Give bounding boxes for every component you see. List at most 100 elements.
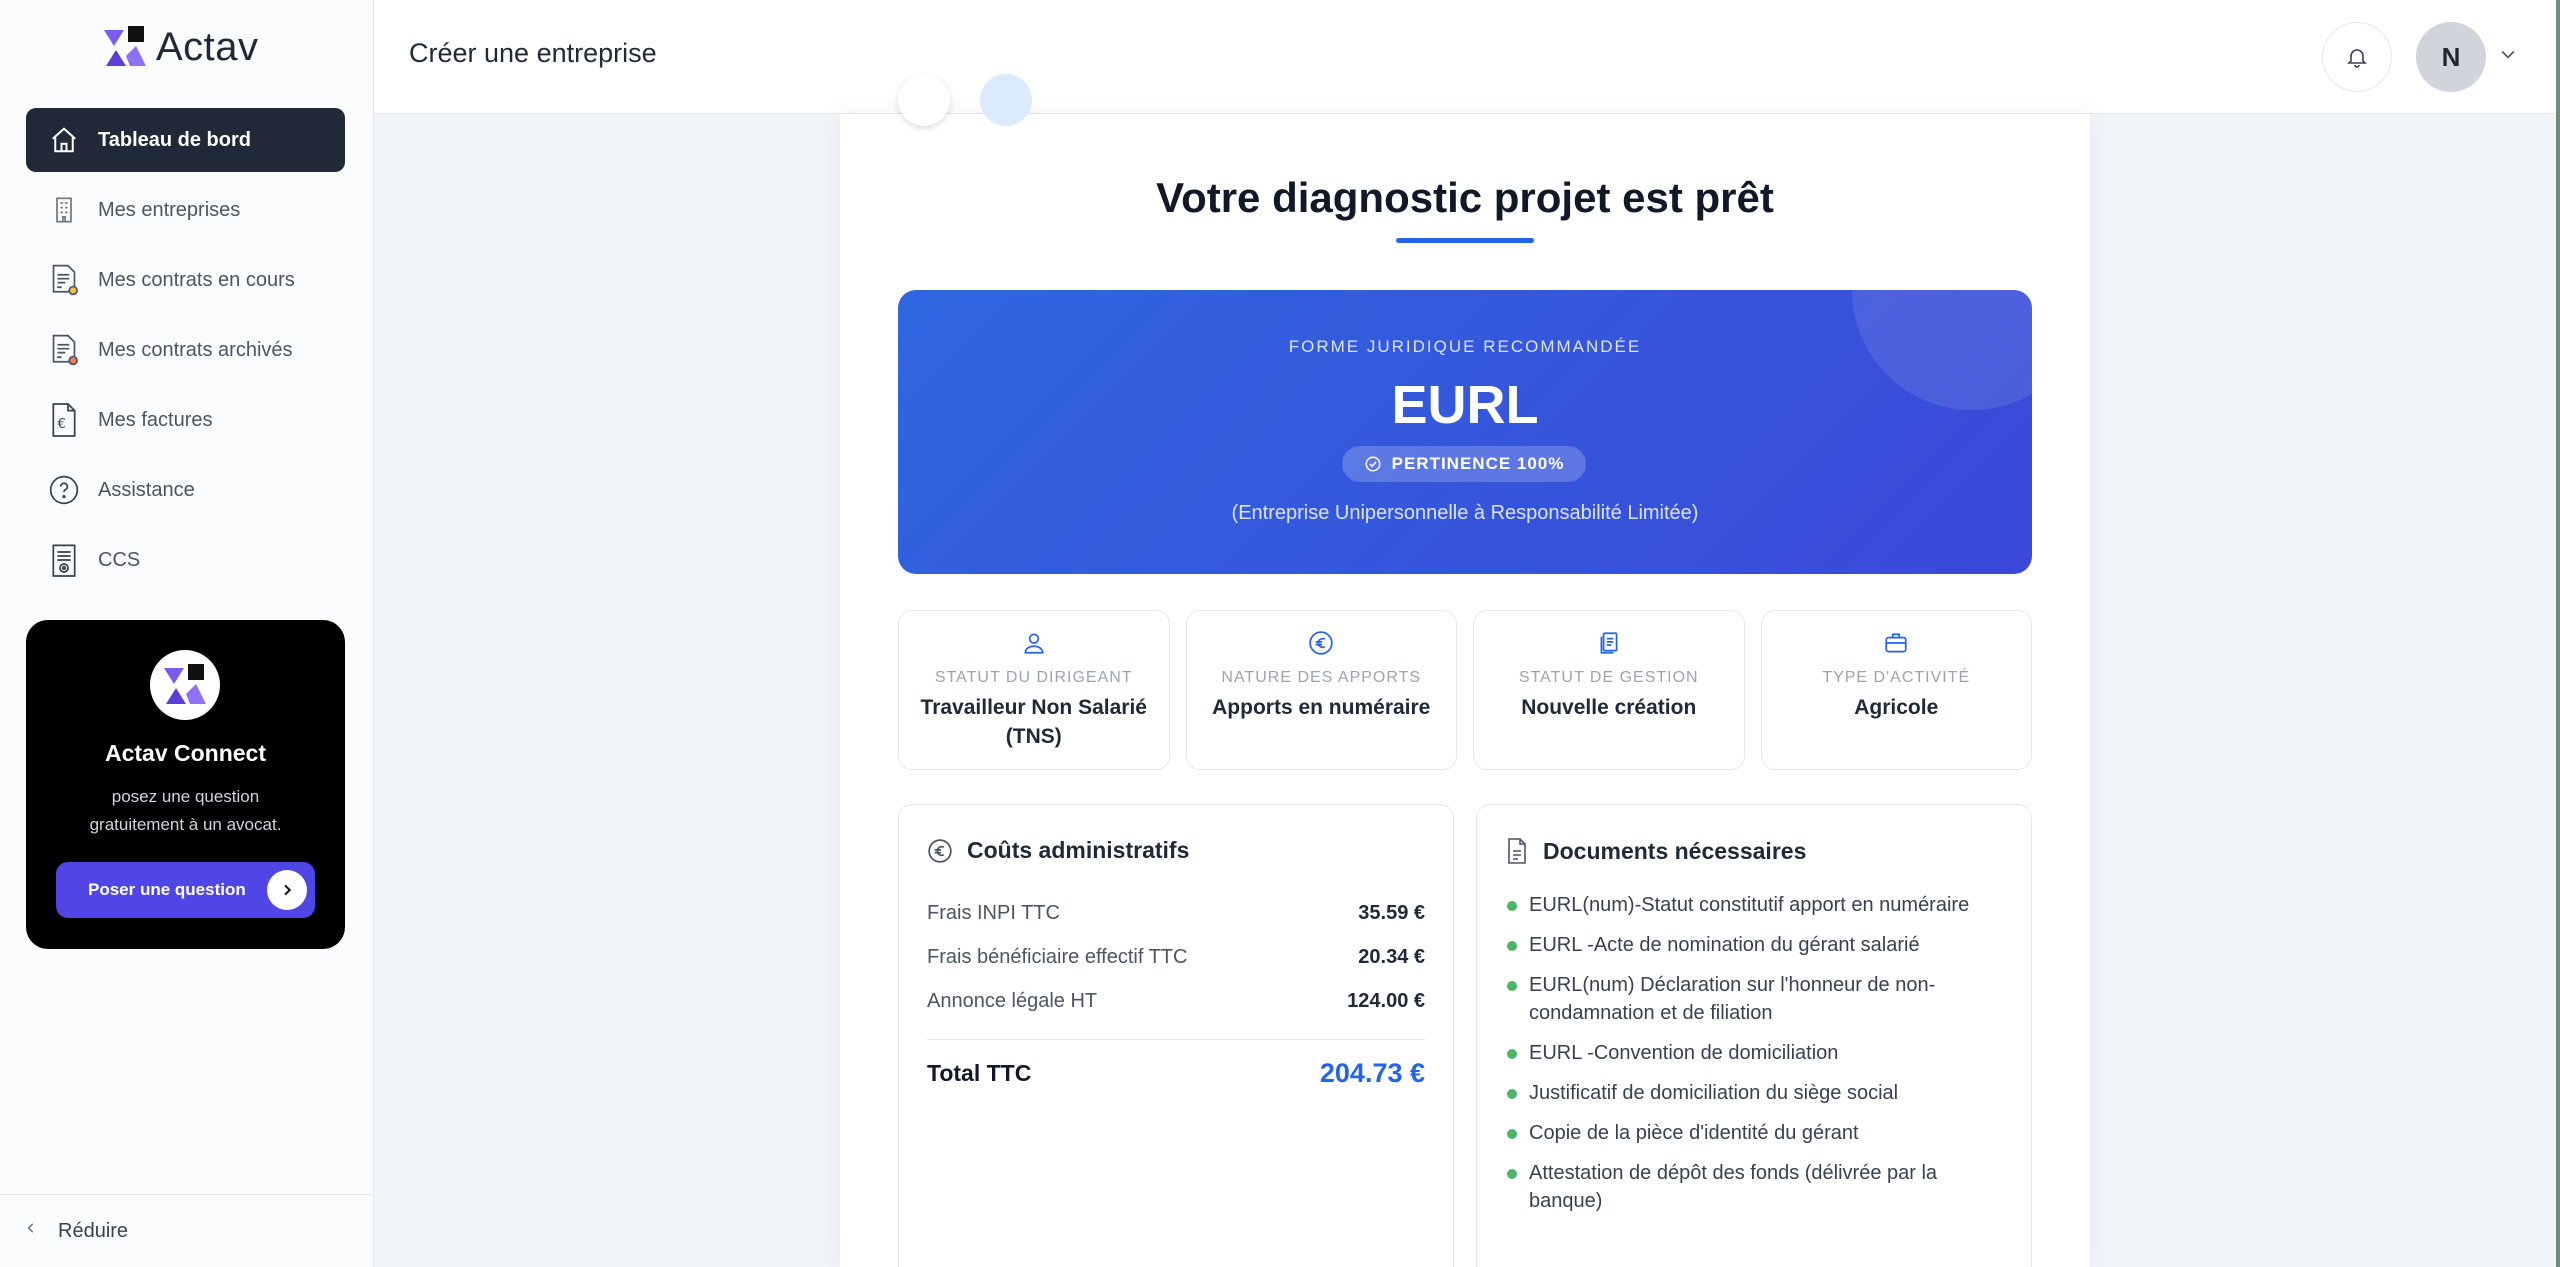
- chevron-left-icon: [24, 1219, 38, 1243]
- relevance-badge: PERTINENCE 100%: [1342, 446, 1586, 482]
- collapse-label: Réduire: [58, 1219, 129, 1242]
- clipboard-icon: [1474, 627, 1744, 659]
- documents-list: EURL(num)-Statut constitutif apport en n…: [1505, 891, 2003, 1227]
- title-underline: [1396, 238, 1534, 243]
- euro-icon: [1187, 627, 1457, 659]
- list-item: EURL(num) Déclaration sur l'honneur de n…: [1505, 971, 2003, 1027]
- info-label: STATUT DU DIRIGEANT: [934, 669, 1133, 686]
- cost-row: Frais INPI TTC 35.59 €: [927, 891, 1425, 935]
- list-item: EURL(num)-Statut constitutif apport en n…: [1505, 891, 2003, 919]
- sidebar-item-label: Assistance: [98, 478, 195, 501]
- diagnostic-title: Votre diagnostic projet est prêt: [1156, 174, 1774, 221]
- home-icon: [46, 122, 82, 158]
- sidebar-item-label: Mes entreprises: [98, 198, 241, 221]
- cost-row: Frais bénéficiaire effectif TTC 20.34 €: [927, 935, 1425, 979]
- step-indicator: [898, 74, 950, 126]
- avatar-initial: N: [2441, 41, 2461, 72]
- step-indicator: [980, 74, 1032, 126]
- chevron-down-icon[interactable]: [2498, 44, 2518, 69]
- documents-title: Documents nécessaires: [1543, 837, 1807, 864]
- legal-form-description: (Entreprise Unipersonnelle à Responsabil…: [1231, 502, 1699, 524]
- list-item: Copie de la pièce d'identité du gérant: [1505, 1119, 2003, 1147]
- check-circle-icon: [1364, 455, 1382, 473]
- info-label: NATURE DES APPORTS: [1221, 669, 1422, 686]
- invoice-icon: €: [46, 402, 82, 438]
- required-documents-panel: Documents nécessaires EURL(num)-Statut c…: [1476, 804, 2032, 1267]
- sidebar-item-label: Mes contrats archivés: [98, 338, 293, 361]
- collapse-sidebar-button[interactable]: Réduire: [0, 1194, 374, 1267]
- window-edge: [2556, 0, 2560, 1267]
- user-icon: [899, 627, 1169, 659]
- app-logo[interactable]: Actav: [102, 24, 259, 70]
- list-item: EURL -Acte de nomination du gérant salar…: [1505, 931, 2003, 959]
- sidebar-item-assistance[interactable]: Assistance: [26, 458, 345, 522]
- contract-icon: [46, 262, 82, 298]
- cost-label: Frais INPI TTC: [927, 901, 1060, 924]
- total-label: Total TTC: [927, 1060, 1032, 1086]
- list-item: Attestation de dépôt des fonds (délivrée…: [1505, 1159, 2003, 1215]
- recommended-legal-form: EURL: [1391, 375, 1539, 435]
- info-label: STATUT DE GESTION: [1518, 669, 1699, 686]
- list-item: Justificatif de domiciliation du siège s…: [1505, 1079, 2003, 1107]
- documents-title-row: Documents nécessaires: [1505, 837, 1806, 865]
- sidebar-item-mes-contrats-archives[interactable]: Mes contrats archivés: [26, 318, 345, 382]
- page-title: Créer une entreprise: [409, 38, 657, 68]
- cost-row: Annonce légale HT 124.00 €: [927, 979, 1425, 1023]
- chevron-right-icon: [267, 870, 307, 910]
- sidebar-item-label: CCS: [98, 548, 141, 571]
- info-card-dirigeant: STATUT DU DIRIGEANT Travailleur Non Sala…: [898, 610, 1170, 770]
- sidebar-item-mes-contrats-en-cours[interactable]: Mes contrats en cours: [26, 248, 345, 312]
- list-item: EURL -Convention de domiciliation: [1505, 1039, 2003, 1067]
- cost-total-row: Total TTC 204.73 €: [927, 1039, 1425, 1089]
- top-header: Créer une entreprise N: [374, 0, 2560, 114]
- sidebar-item-tableau-de-bord[interactable]: Tableau de bord: [26, 108, 345, 172]
- sidebar-item-label: Mes factures: [98, 408, 213, 431]
- building-icon: [46, 192, 82, 228]
- total-amount: 204.73 €: [1319, 1058, 1425, 1088]
- info-card-activite: TYPE D'ACTIVITÉ Agricole: [1760, 610, 2032, 770]
- info-card-gestion: STATUT DE GESTION Nouvelle création: [1473, 610, 1745, 770]
- actav-logo-icon: [104, 26, 146, 66]
- sidebar: Actav Tableau de bord Mes entreprises Me…: [0, 0, 374, 1267]
- briefcase-icon: [1762, 627, 2032, 659]
- info-value: Nouvelle création: [1521, 696, 1697, 719]
- project-info-row: STATUT DU DIRIGEANT Travailleur Non Sala…: [898, 610, 2032, 770]
- cost-amount: 20.34 €: [1358, 945, 1425, 968]
- file-icon: [1505, 837, 1529, 865]
- sidebar-item-ccs[interactable]: CCS: [26, 528, 345, 592]
- diagnostic-card: Votre diagnostic projet est prêt FORME J…: [840, 74, 2090, 1267]
- cost-label: Annonce légale HT: [927, 989, 1098, 1012]
- connect-subtitle: posez une question gratuitement à un avo…: [89, 787, 282, 834]
- costs-title-row: Coûts administratifs: [927, 837, 1189, 864]
- notifications-button[interactable]: [2322, 22, 2392, 92]
- recommendation-label: FORME JURIDIQUE RECOMMANDÉE: [1288, 337, 1642, 356]
- cost-amount: 35.59 €: [1358, 901, 1425, 924]
- sidebar-item-mes-entreprises[interactable]: Mes entreprises: [26, 178, 345, 242]
- actav-connect-logo-icon: [150, 650, 220, 720]
- ask-question-button[interactable]: Poser une question: [56, 862, 315, 918]
- help-icon: [46, 472, 82, 508]
- relevance-label: PERTINENCE 100%: [1391, 454, 1565, 473]
- app-name: Actav: [156, 24, 259, 69]
- cost-label: Frais bénéficiaire effectif TTC: [927, 945, 1188, 968]
- costs-title: Coûts administratifs: [967, 837, 1190, 863]
- recommendation-banner: FORME JURIDIQUE RECOMMANDÉE EURL PERTINE…: [898, 290, 2032, 574]
- sidebar-item-label: Mes contrats en cours: [98, 268, 295, 291]
- actav-connect-card: Actav Connect posez une question gratuit…: [26, 620, 345, 949]
- svg-text:€: €: [57, 417, 65, 432]
- info-label: TYPE D'ACTIVITÉ: [1822, 669, 1971, 686]
- bell-icon: [2347, 49, 2367, 68]
- avatar[interactable]: N: [2416, 22, 2486, 92]
- euro-icon: [927, 838, 953, 864]
- sidebar-nav: Tableau de bord Mes entreprises Mes cont…: [26, 108, 345, 598]
- document-icon: [46, 542, 82, 578]
- archive-contract-icon: [46, 332, 82, 368]
- info-card-apports: NATURE DES APPORTS Apports en numéraire: [1185, 610, 1457, 770]
- ask-question-label: Poser une question: [88, 880, 246, 899]
- sidebar-item-mes-factures[interactable]: € Mes factures: [26, 388, 345, 452]
- connect-title: Actav Connect: [104, 740, 267, 766]
- cost-amount: 124.00 €: [1347, 989, 1425, 1012]
- info-value: Travailleur Non Salarié (TNS): [920, 696, 1147, 748]
- cost-list: Frais INPI TTC 35.59 € Frais bénéficiair…: [927, 891, 1425, 1089]
- info-value: Apports en numéraire: [1212, 696, 1431, 719]
